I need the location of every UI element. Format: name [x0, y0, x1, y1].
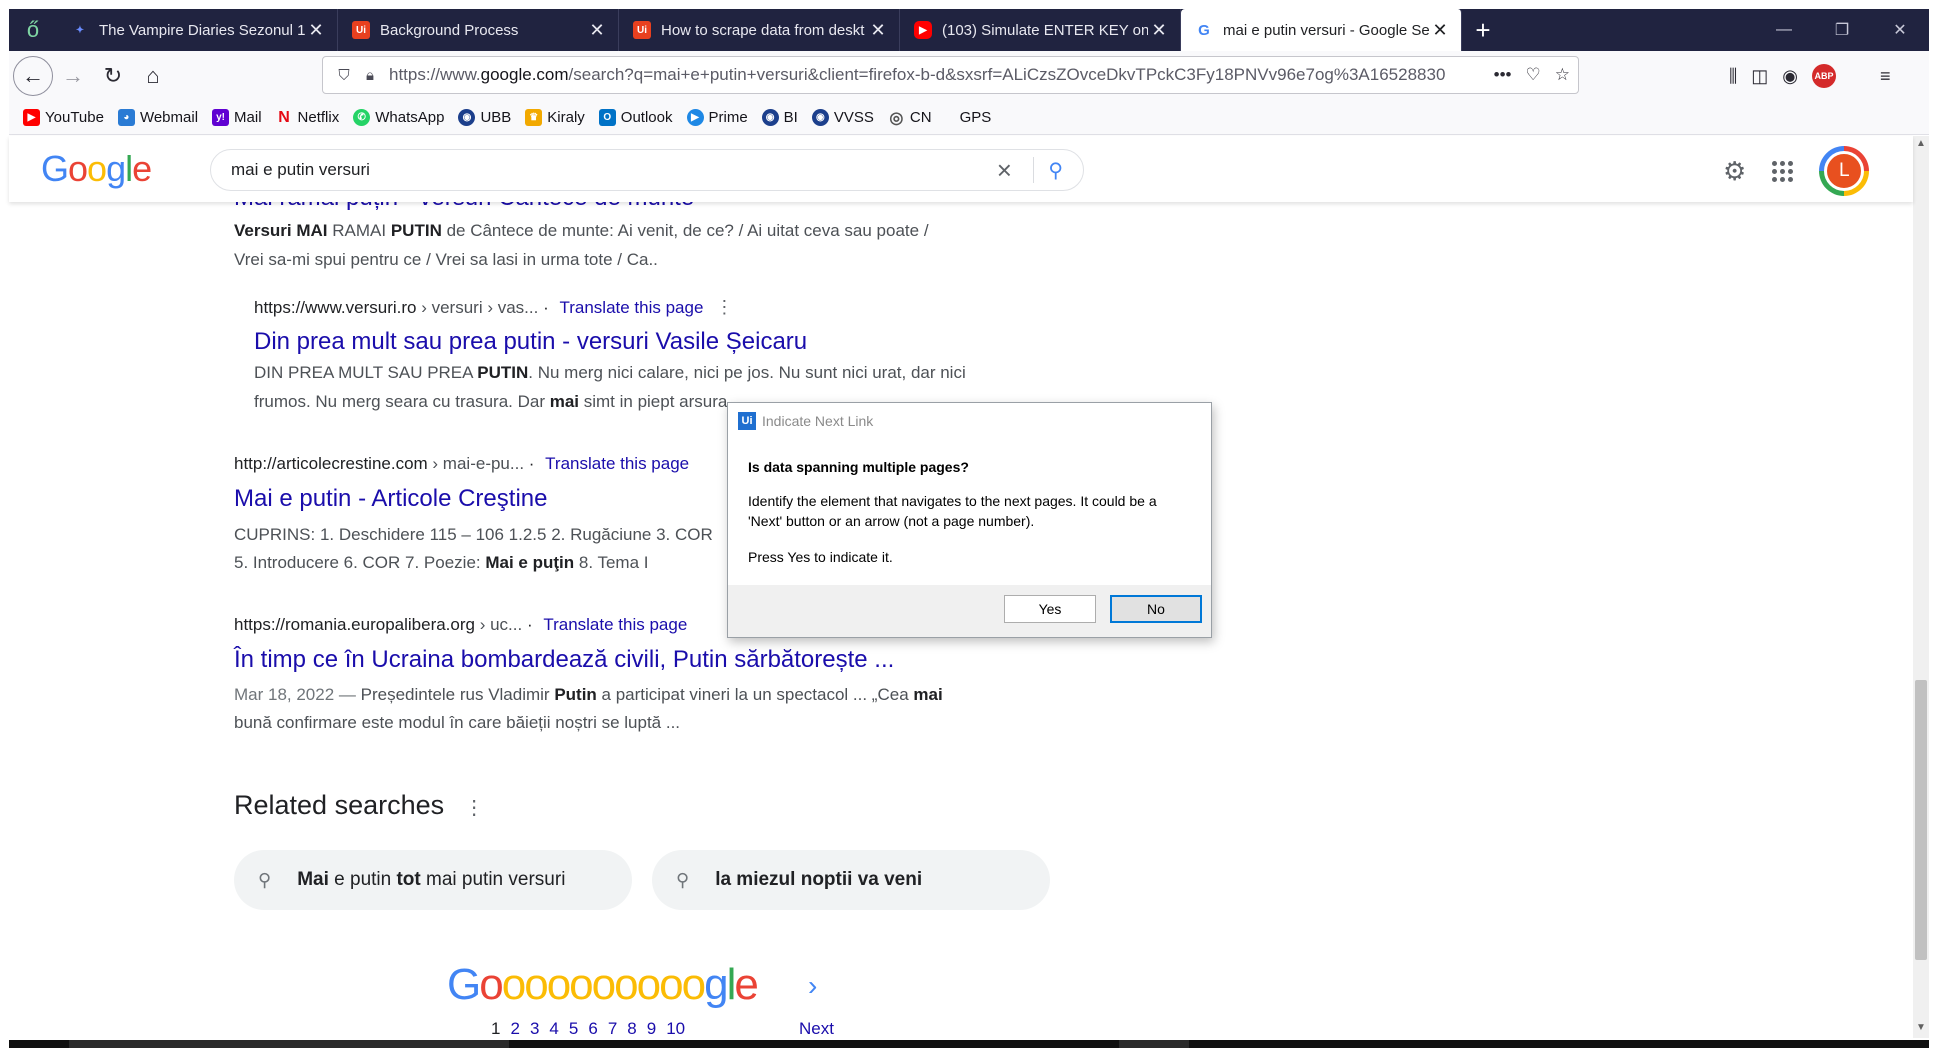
google-apps-icon[interactable] [1772, 160, 1794, 182]
search-input[interactable]: mai e putin versuri [231, 160, 989, 180]
uipath-logo-icon: Ui [738, 412, 756, 430]
page-link[interactable]: 8 [627, 1019, 636, 1039]
account-avatar[interactable]: L [1819, 146, 1870, 196]
more-options-icon[interactable]: ⋮ [464, 797, 484, 819]
more-options-icon[interactable]: ⋮ [715, 297, 733, 317]
result-snippet: frumos. Nu merg seara cu trasura. Dar ma… [254, 392, 733, 411]
result-snippet: 5. Introducere 6. COR 7. Poezie: Mai e p… [234, 553, 649, 572]
result-snippet: CUPRINS: 1. Deschidere 115 – 106 1.2.5 2… [234, 525, 713, 544]
no-button[interactable]: No [1110, 595, 1202, 623]
pagination-logo: Goooooooooogle [447, 960, 759, 1009]
avatar-letter: L [1824, 151, 1865, 191]
page-link[interactable]: 6 [588, 1019, 597, 1039]
result-snippet: Vrei sa-mi spui pentru ce / Vrei sa lasi… [234, 250, 658, 269]
search-icon[interactable]: ⚲ [1048, 158, 1063, 183]
page-link[interactable]: 5 [569, 1019, 578, 1039]
dialog-body: Is data spanning multiple pages? Identif… [728, 439, 1211, 585]
result-title[interactable]: În timp ce în Ucraina bombardează civili… [234, 646, 894, 674]
translate-link[interactable]: Translate this page [543, 615, 687, 634]
page-current: 1 [491, 1019, 501, 1038]
yes-button[interactable]: Yes [1004, 595, 1096, 623]
screen: ő ✦ The Vampire Diaries Sezonul 1 ✕ Ui B… [0, 0, 1938, 1048]
result-title[interactable]: Din prea mult sau prea putin - versuri V… [254, 328, 807, 356]
page-link[interactable]: 7 [608, 1019, 617, 1039]
google-logo[interactable]: Google [41, 148, 152, 190]
dialog-description: Identify the element that navigates to t… [748, 493, 1157, 529]
next-page-link[interactable]: Next [799, 1019, 834, 1039]
settings-gear-icon[interactable]: ⚙ [1723, 156, 1746, 187]
related-search-label: la miezul noptii va veni [715, 869, 923, 890]
result-cite: https://romania.europalibera.org › uc...… [234, 615, 688, 634]
dialog-question: Is data spanning multiple pages? [748, 459, 969, 475]
related-searches-heading: Related searches ⋮ [234, 790, 485, 820]
indicate-next-link-dialog: Ui Indicate Next Link Is data spanning m… [727, 402, 1212, 638]
search-divider [1033, 157, 1035, 183]
page-link[interactable]: 3 [530, 1019, 539, 1039]
result-snippet: Versuri MAI RAMAI PUTIN de Cântece de mu… [234, 221, 929, 240]
related-search-label: Mai e putin tot mai putin versuri [297, 869, 566, 890]
search-box[interactable]: mai e putin versuri × ⚲ [210, 149, 1084, 191]
dialog-title: Indicate Next Link [762, 413, 874, 429]
dialog-footer: Yes No [728, 585, 1211, 637]
translate-link[interactable]: Translate this page [545, 454, 689, 473]
next-arrow-icon[interactable]: › [808, 970, 817, 1002]
dialog-instruction: Press Yes to indicate it. [748, 549, 893, 565]
page-link[interactable]: 2 [510, 1019, 519, 1039]
result-snippet: bună confirmare este modul în care băieț… [234, 713, 681, 732]
dialog-titlebar: Ui Indicate Next Link [728, 403, 1211, 439]
search-icon: ⚲ [258, 869, 272, 890]
result-title[interactable]: Mai e putin - Articole Creştine [234, 485, 547, 513]
result-snippet: DIN PREA MULT SAU PREA PUTIN. Nu merg ni… [254, 363, 966, 382]
related-search-chip[interactable]: ⚲ la miezul noptii va veni [652, 850, 1050, 910]
related-search-chip[interactable]: ⚲ Mai e putin tot mai putin versuri [234, 850, 632, 910]
page-numbers: 1 2 3 4 5 6 7 8 9 10 [491, 1019, 685, 1039]
google-header: Google mai e putin versuri × ⚲ ⚙ L [9, 136, 1913, 202]
search-icon: ⚲ [676, 869, 690, 890]
result-snippet: Mar 18, 2022 — Președintele rus Vladimir… [234, 685, 943, 704]
result-cite: http://articolecrestine.com › mai-e-pu..… [234, 454, 690, 473]
translate-link[interactable]: Translate this page [559, 298, 703, 317]
page-link[interactable]: 9 [647, 1019, 656, 1039]
clear-search-icon[interactable]: × [989, 155, 1019, 186]
page-link[interactable]: 10 [666, 1019, 685, 1039]
page-link[interactable]: 4 [549, 1019, 558, 1039]
result-cite: https://www.versuri.ro › versuri › vas..… [254, 297, 734, 317]
